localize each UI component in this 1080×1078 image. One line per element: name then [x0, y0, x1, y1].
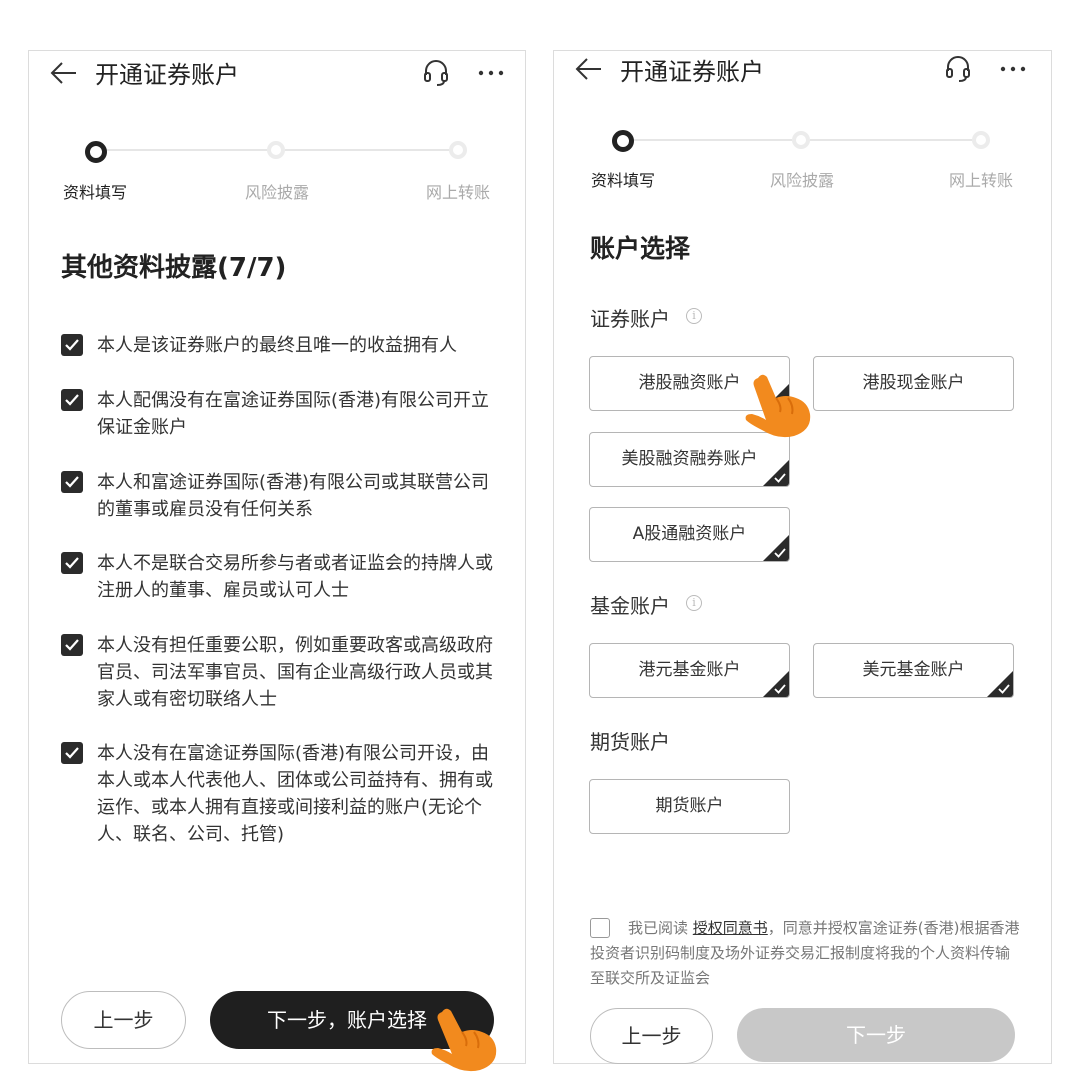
step-dot-active: [612, 130, 634, 152]
account-label: 期货账户: [655, 796, 724, 816]
step-label: 风险披露: [770, 171, 835, 190]
check-icon: [65, 339, 79, 351]
futures-label: 期货账户: [590, 730, 670, 754]
section-heading: 账户选择: [590, 234, 691, 263]
item-text: 本人没有担任重要公职，例如重要政客或高级政府官员、司法军事官员、国有企业高级行政…: [97, 635, 493, 710]
step-dot: [972, 131, 990, 149]
checkbox-checked[interactable]: [61, 389, 83, 411]
authorization-link[interactable]: 授权同意书: [693, 919, 768, 937]
step-line: [810, 139, 974, 141]
item-text: 本人是该证券账户的最终且唯一的收益拥有人: [97, 335, 457, 356]
step-label: 网上转账: [949, 171, 1014, 190]
step-dot: [449, 141, 467, 159]
item-text: 本人不是联合交易所参与者或者证监会的持牌人或注册人的董事、雇员或认可人士: [97, 553, 493, 601]
securities-label: 证券账户: [590, 307, 670, 331]
checkbox-checked[interactable]: [61, 742, 83, 764]
tap-hand-icon: [431, 1008, 497, 1072]
check-icon: [774, 473, 786, 483]
step-label: 网上转账: [426, 183, 491, 202]
account-label: 港股现金账户: [862, 373, 965, 393]
check-icon: [774, 684, 786, 694]
step-label: 资料填写: [63, 183, 128, 202]
agreement-prefix: 我已阅读: [628, 919, 693, 937]
step-label: 资料填写: [591, 171, 656, 190]
page-title: 开通证券账户: [620, 58, 764, 86]
account-label: 美元基金账户: [862, 660, 965, 680]
checkbox-checked[interactable]: [61, 334, 83, 356]
back-arrow-icon[interactable]: [574, 55, 604, 83]
item-text: 本人没有在富途证券国际(香港)有限公司开设，由本人或本人代表他人、团体或公司益持…: [97, 743, 493, 845]
prev-step-button[interactable]: 上一步: [590, 1008, 713, 1064]
account-label: 港元基金账户: [638, 660, 741, 680]
step-line: [632, 139, 792, 141]
account-option-hkd-fund[interactable]: 港元基金账户: [589, 643, 790, 698]
info-icon[interactable]: i: [686, 595, 702, 611]
item-text: 本人配偶没有在富途证券国际(香港)有限公司开立保证金账户: [97, 390, 490, 438]
tap-hand-icon: [745, 374, 811, 438]
checkbox-checked[interactable]: [61, 552, 83, 574]
step-line: [103, 149, 273, 151]
item-text: 本人和富途证券国际(香港)有限公司或其联营公司的董事或雇员没有任何关系: [97, 472, 490, 520]
headset-icon[interactable]: [945, 55, 971, 83]
progress-steps: 资料填写 风险披露 网上转账: [554, 121, 1051, 191]
check-icon: [998, 684, 1010, 694]
check-icon: [65, 747, 79, 759]
checkbox-checked[interactable]: [61, 634, 83, 656]
account-option-hk-cash[interactable]: 港股现金账户: [813, 356, 1014, 411]
step-dot: [792, 131, 810, 149]
progress-steps: 资料填写 风险披露 网上转账: [29, 131, 525, 202]
page-title: 开通证券账户: [95, 61, 239, 89]
step-line: [285, 149, 451, 151]
section-heading: 其他资料披露(7/7): [61, 253, 287, 283]
more-icon[interactable]: [999, 55, 1027, 83]
account-option-a-share[interactable]: A股通融资账户: [589, 507, 790, 562]
check-icon: [65, 394, 79, 406]
prev-step-button[interactable]: 上一步: [61, 991, 186, 1049]
header: 开通证券账户: [554, 51, 1051, 101]
account-label: 港股融资账户: [638, 373, 741, 393]
agreement-text: 我已阅读 授权同意书，同意并授权富途证券(香港)根据香港投资者识别码制度及场外证…: [590, 916, 1023, 991]
headset-icon[interactable]: [423, 59, 449, 87]
step-dot: [267, 141, 285, 159]
next-step-button[interactable]: 下一步: [737, 1008, 1015, 1062]
right-screen: 开通证券账户 资料填写 风险披露 网上转账 账户选择 证券账户 i 港股融资账户…: [553, 50, 1052, 1064]
left-screen: 开通证券账户 资料填写 风险披露 网上转账 其他资料披露(7/7) 本人是该证券…: [28, 50, 526, 1064]
header: 开通证券账户: [29, 51, 525, 101]
step-dot-active: [85, 141, 107, 163]
checkbox-checked[interactable]: [61, 471, 83, 493]
account-option-futures[interactable]: 期货账户: [589, 779, 790, 834]
check-icon: [65, 557, 79, 569]
check-icon: [65, 476, 79, 488]
check-icon: [774, 548, 786, 558]
account-label: 美股融资融券账户: [621, 449, 758, 469]
back-arrow-icon[interactable]: [49, 59, 79, 87]
check-icon: [65, 639, 79, 651]
account-label: A股通融资账户: [632, 524, 747, 544]
more-icon[interactable]: [477, 59, 505, 87]
fund-label: 基金账户: [590, 594, 670, 618]
step-label: 风险披露: [245, 183, 310, 202]
info-icon[interactable]: i: [686, 308, 702, 324]
account-option-usd-fund[interactable]: 美元基金账户: [813, 643, 1014, 698]
